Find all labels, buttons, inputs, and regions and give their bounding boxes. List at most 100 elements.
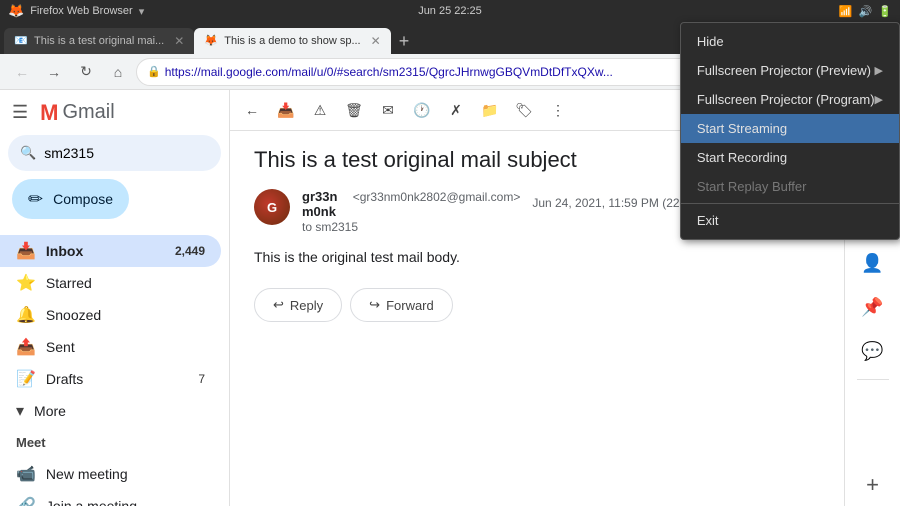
sidebar-item-starred[interactable]: ⭐ Starred <box>0 267 221 299</box>
obs-fullscreen-program-label: Fullscreen Projector (Program) <box>697 92 875 107</box>
obs-menu-fullscreen-preview[interactable]: Fullscreen Projector (Preview) ▶ <box>681 56 899 85</box>
obs-context-menu: Hide Fullscreen Projector (Preview) ▶ Fu… <box>680 22 900 240</box>
inbox-icon: 📥 <box>16 241 36 261</box>
obs-context-menu-overlay: Hide Fullscreen Projector (Preview) ▶ Fu… <box>680 22 900 240</box>
obs-menu-start-replay: Start Replay Buffer <box>681 172 899 201</box>
obs-exit-label: Exit <box>697 213 719 228</box>
tab-1-close[interactable]: ✕ <box>174 34 184 48</box>
search-bar[interactable]: 🔍 ✕ ⚙ <box>8 135 221 171</box>
tab-2[interactable]: 🦊 This is a demo to show sp... ✕ <box>194 28 390 54</box>
labels-button[interactable]: 🏷 <box>510 96 538 124</box>
reply-label: Reply <box>290 298 323 313</box>
right-sidebar-keep-icon[interactable]: 📌 <box>853 287 893 327</box>
gmail-logo: M Gmail <box>40 100 115 126</box>
back-to-inbox-button[interactable]: ← <box>238 96 266 124</box>
snooze-button[interactable]: 🕐 <box>408 96 436 124</box>
tab-1[interactable]: 📧 This is a test original mai... ✕ <box>4 28 194 54</box>
tab-1-label: This is a test original mai... <box>34 35 164 47</box>
title-bar-datetime: Jun 25 22:25 <box>418 5 482 17</box>
obs-menu-start-streaming[interactable]: Start Streaming <box>681 114 899 143</box>
forward-icon: ↪ <box>369 297 380 313</box>
reload-button[interactable]: ↻ <box>72 58 100 86</box>
sender-name: gr33n m0nk <box>302 189 349 219</box>
title-bar-dropdown[interactable]: ▾ <box>139 5 145 18</box>
tab-2-close[interactable]: ✕ <box>371 34 381 48</box>
more-options-button[interactable]: ⋮ <box>544 96 572 124</box>
avatar: G <box>254 189 290 225</box>
title-bar: 🦊 Firefox Web Browser ▾ Jun 25 22:25 📶 🔊… <box>0 0 900 22</box>
meet-section-label: Meet <box>0 427 229 458</box>
mark-unread-button[interactable]: ✉ <box>374 96 402 124</box>
sidebar-item-snoozed[interactable]: 🔔 Snoozed <box>0 299 221 331</box>
starred-label: Starred <box>46 275 205 291</box>
firefox-icon: 🦊 <box>8 3 24 19</box>
right-sidebar-separator-2 <box>857 379 889 380</box>
gmail-sidebar: ☰ M Gmail 🔍 ✕ ⚙ ✏ Compose 📥 Inbox 2,449 <box>0 90 230 506</box>
sidebar-item-join-meeting[interactable]: 🔗 Join a meeting <box>0 490 221 506</box>
compose-button[interactable]: ✏ Compose <box>12 179 129 219</box>
email-meta: gr33n m0nk <gr33nm0nk2802@gmail.com> to … <box>302 189 520 234</box>
wifi-icon: 📶 <box>839 5 853 18</box>
snoozed-label: Snoozed <box>46 307 205 323</box>
hamburger-menu[interactable]: ☰ <box>8 98 32 127</box>
compose-label: Compose <box>53 191 113 207</box>
reply-icon: ↩ <box>273 297 284 313</box>
home-button[interactable]: ⌂ <box>104 58 132 86</box>
obs-start-recording-label: Start Recording <box>697 150 787 165</box>
drafts-label: Drafts <box>46 371 188 387</box>
join-meeting-icon: 🔗 <box>16 496 36 506</box>
sender-email: <gr33nm0nk2802@gmail.com> <box>353 190 521 204</box>
reply-button[interactable]: ↩ Reply <box>254 288 342 322</box>
sent-icon: 📤 <box>16 337 36 357</box>
battery-icon: 🔋 <box>878 5 892 18</box>
title-bar-left: 🦊 Firefox Web Browser ▾ <box>8 3 144 19</box>
forward-button[interactable]: ↪ Forward <box>350 288 453 322</box>
search-input[interactable] <box>44 145 225 161</box>
tab-1-favicon: 📧 <box>14 34 28 48</box>
obs-fullscreen-preview-label: Fullscreen Projector (Preview) <box>697 63 871 78</box>
inbox-count: 2,449 <box>175 244 205 258</box>
new-meeting-label: New meeting <box>46 466 205 482</box>
sent-label: Sent <box>46 339 205 355</box>
new-tab-button[interactable]: + <box>395 28 414 54</box>
gmail-logo-text: Gmail <box>62 101 114 124</box>
obs-menu-exit[interactable]: Exit <box>681 206 899 235</box>
move-to-button[interactable]: 📁 <box>476 96 504 124</box>
email-body: This is the original test mail body. <box>254 246 820 268</box>
right-sidebar-contacts-icon[interactable]: 👤 <box>853 243 893 283</box>
right-sidebar-add-icon[interactable]: + <box>866 472 879 498</box>
email-action-buttons: ↩ Reply ↪ Forward <box>254 288 820 322</box>
sidebar-item-drafts[interactable]: 📝 Drafts 7 <box>0 363 221 395</box>
forward-label: Forward <box>386 298 434 313</box>
not-important-button[interactable]: ✗ <box>442 96 470 124</box>
more-icon: ▾ <box>16 401 24 421</box>
drafts-count: 7 <box>198 372 205 386</box>
report-spam-button[interactable]: ⚠ <box>306 96 334 124</box>
sidebar-item-sent[interactable]: 📤 Sent <box>0 331 221 363</box>
lock-icon: 🔒 <box>147 65 161 78</box>
new-meeting-icon: 📹 <box>16 464 36 484</box>
email-to[interactable]: to sm2315 <box>302 220 358 234</box>
obs-start-replay-label: Start Replay Buffer <box>697 179 807 194</box>
sidebar-item-inbox[interactable]: 📥 Inbox 2,449 <box>0 235 221 267</box>
back-button[interactable]: ← <box>8 58 36 86</box>
sidebar-item-new-meeting[interactable]: 📹 New meeting <box>0 458 221 490</box>
title-bar-text: Firefox Web Browser <box>30 5 133 17</box>
title-bar-right: 📶 🔊 🔋 <box>839 5 892 18</box>
obs-menu-fullscreen-program[interactable]: Fullscreen Projector (Program) ▶ <box>681 85 899 114</box>
drafts-icon: 📝 <box>16 369 36 389</box>
archive-button[interactable]: 📥 <box>272 96 300 124</box>
gmail-logo-m: M <box>40 100 58 126</box>
gmail-header: ☰ M Gmail <box>0 98 229 135</box>
forward-button[interactable]: → <box>40 58 68 86</box>
right-sidebar-chat-icon[interactable]: 💬 <box>853 331 893 371</box>
compose-icon: ✏ <box>28 189 43 210</box>
tab-2-label: This is a demo to show sp... <box>224 35 360 47</box>
more-label: More <box>34 403 205 419</box>
sidebar-item-more[interactable]: ▾ More <box>0 395 221 427</box>
obs-menu-hide[interactable]: Hide <box>681 27 899 56</box>
inbox-label: Inbox <box>46 243 165 259</box>
obs-menu-start-recording[interactable]: Start Recording <box>681 143 899 172</box>
delete-button[interactable]: 🗑 <box>340 96 368 124</box>
obs-fullscreen-preview-arrow: ▶ <box>875 64 883 77</box>
